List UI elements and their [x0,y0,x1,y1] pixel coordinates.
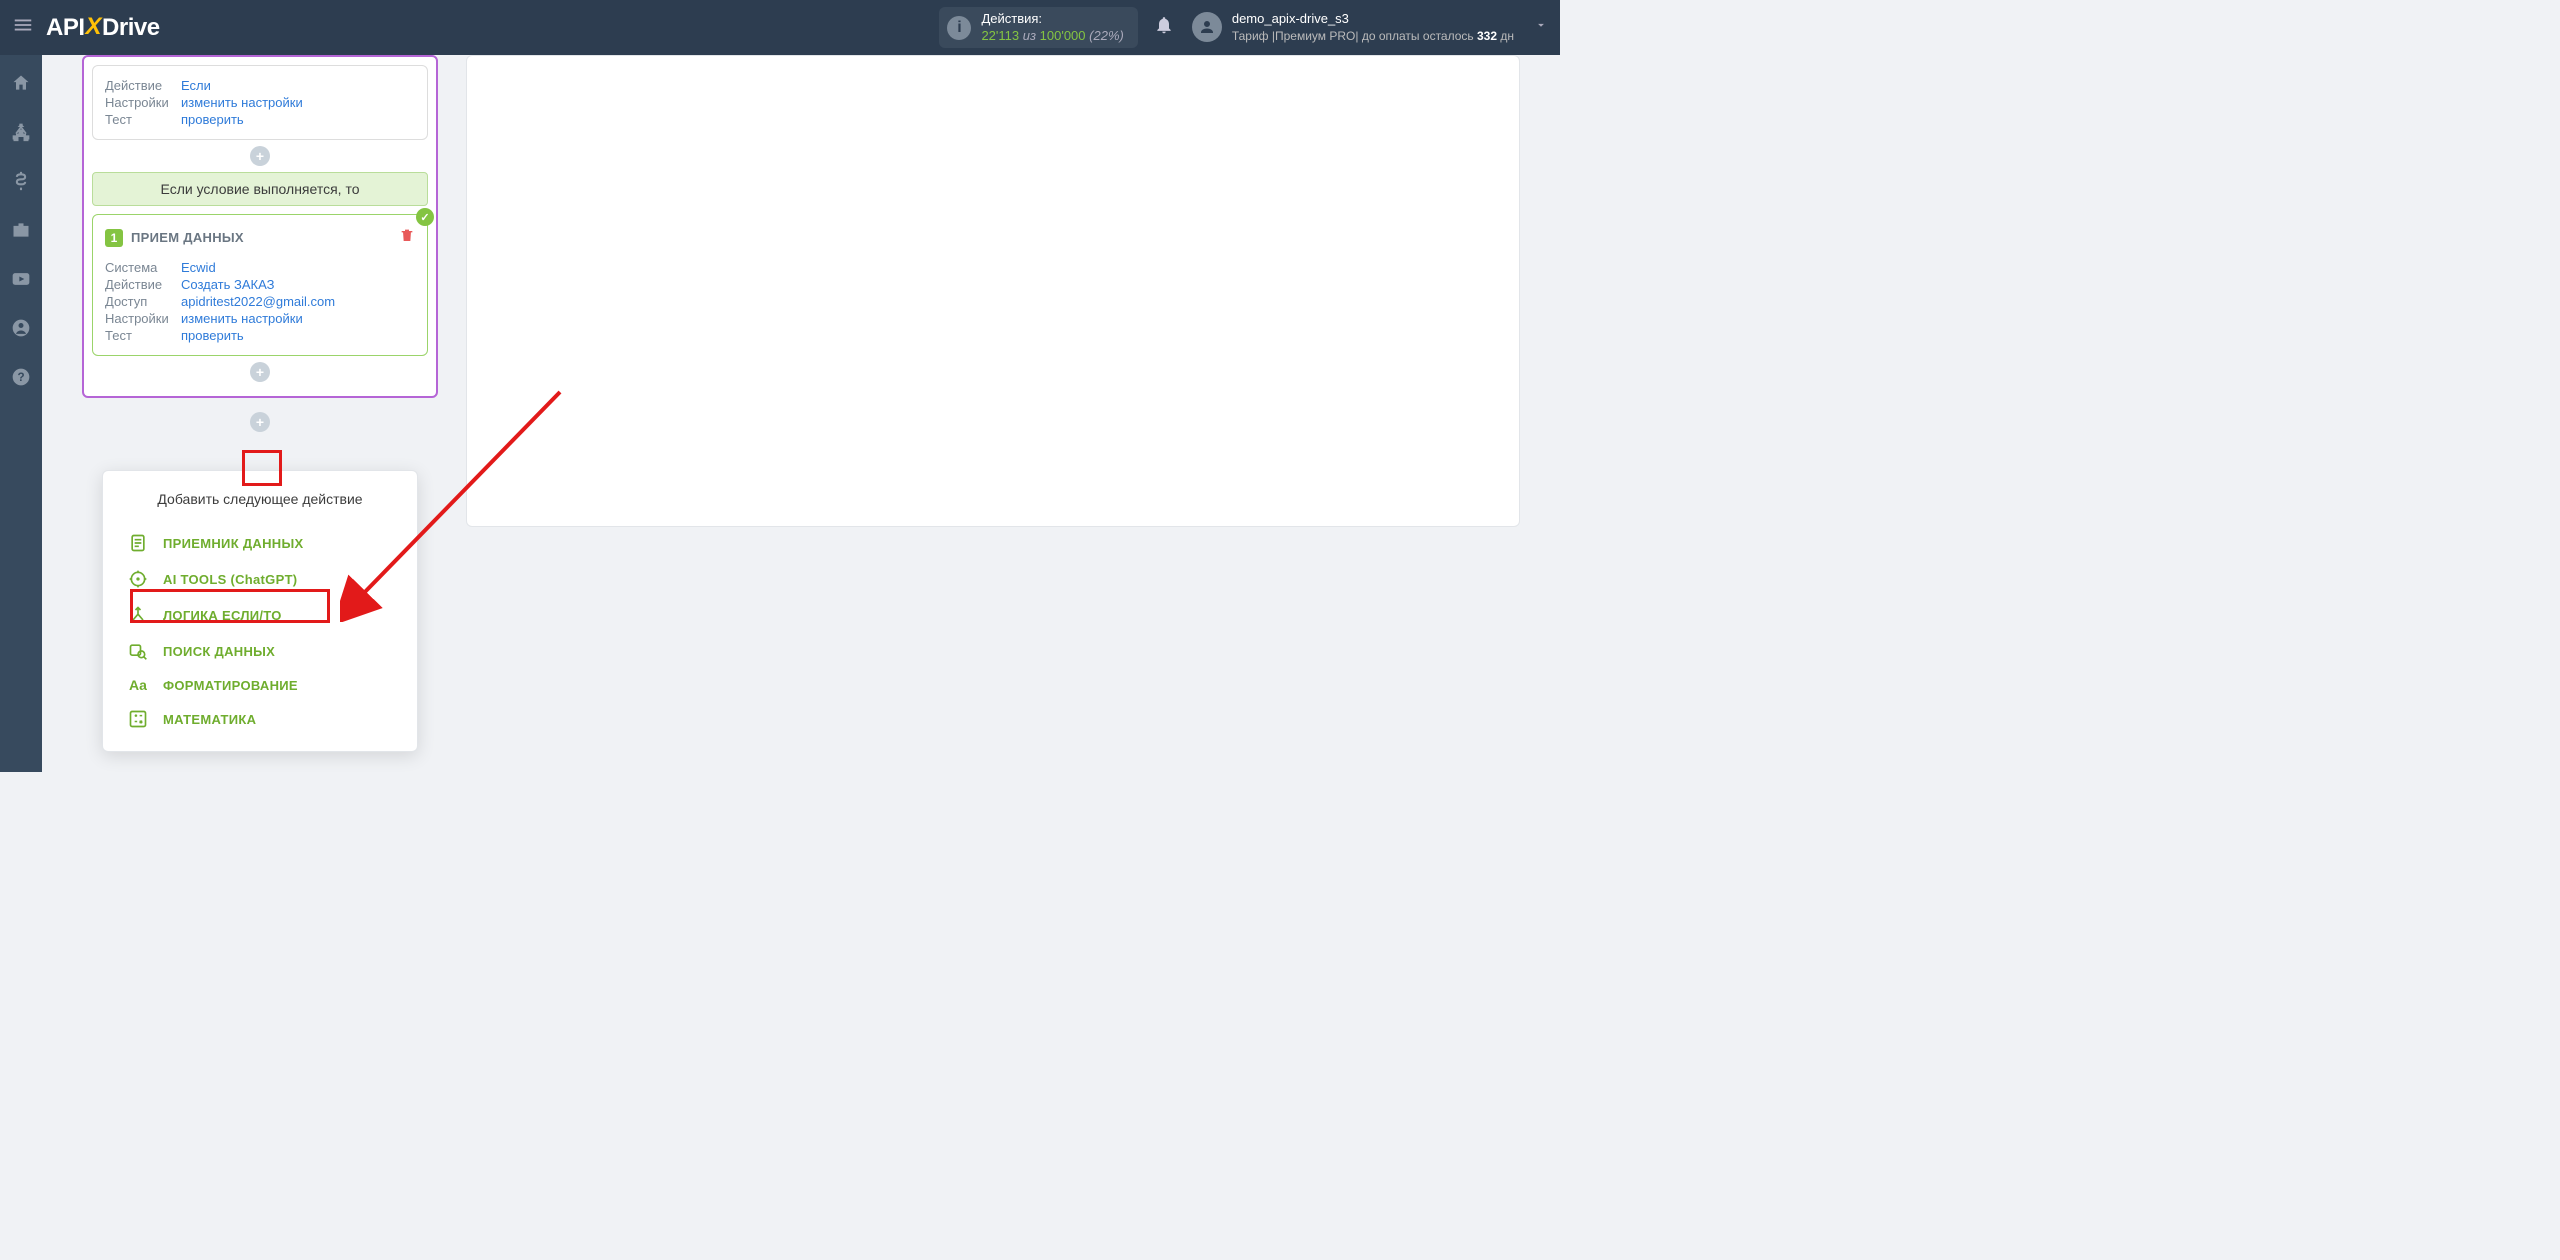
search-data-icon [127,641,149,661]
username: demo_apix-drive_s3 [1232,10,1514,28]
avatar-icon [1192,12,1222,42]
annotation-highlight [130,589,330,623]
row-label: Настройки [105,95,181,110]
row-label: Действие [105,78,181,93]
row-value-link[interactable]: проверить [181,112,244,127]
delete-button[interactable] [399,227,415,248]
annotation-highlight [242,450,282,486]
actions-total: 100'000 [1040,28,1086,43]
row-label: Тест [105,112,181,127]
popup-item-label: МАТЕМАТИКА [163,712,256,727]
youtube-icon[interactable] [11,269,31,294]
flow-container: ДействиеЕсли Настройкиизменить настройки… [82,55,438,398]
add-step-button[interactable]: + [250,146,270,166]
check-badge-icon [416,208,434,226]
math-icon [127,709,149,729]
popup-item-format[interactable]: Aa ФОРМАТИРОВАНИЕ [103,669,417,701]
sidebar: ? [0,55,42,772]
content-panel [466,55,1520,527]
actions-pct: (22%) [1089,28,1124,43]
info-icon: i [947,16,971,40]
popup-title: Добавить следующее действие [103,491,417,507]
svg-text:?: ? [17,371,24,384]
hamburger-menu[interactable] [12,14,34,41]
clipboard-icon [127,533,149,553]
row-label: Доступ [105,294,181,309]
home-icon[interactable] [11,73,31,98]
logo-x: X [86,13,102,41]
tariff-line: Тариф |Премиум PRO| до оплаты осталось 3… [1232,28,1514,45]
logo-text-post: Drive [102,14,160,42]
popup-item-search[interactable]: ПОИСК ДАННЫХ [103,633,417,669]
user-menu[interactable]: demo_apix-drive_s3 Тариф |Премиум PRO| д… [1192,10,1548,45]
main-area: ДействиеЕсли Настройкиизменить настройки… [42,55,1560,772]
receiver-title: ПРИЕМ ДАННЫХ [131,230,244,245]
actions-used: 22'113 [981,28,1019,43]
row-value-link[interactable]: изменить настройки [181,311,303,326]
receiver-card[interactable]: 1 ПРИЕМ ДАННЫХ СистемаEcwid ДействиеСозд… [92,214,428,356]
connections-icon[interactable] [11,122,31,147]
billing-icon[interactable] [11,171,31,196]
popup-item-label: ФОРМАТИРОВАНИЕ [163,678,298,693]
chevron-down-icon [1534,18,1548,37]
actions-label: Действия: [981,11,1123,28]
notifications-bell[interactable] [1154,15,1174,40]
add-step-button[interactable]: + [250,362,270,382]
row-value-link[interactable]: проверить [181,328,244,343]
popup-item-label: ПРИЕМНИК ДАННЫХ [163,536,303,551]
row-label: Действие [105,277,181,292]
app-header: APIXDrive i Действия: 22'113 из 100'000 … [0,0,1560,55]
popup-item-label: AI TOOLS (ChatGPT) [163,572,297,587]
briefcase-icon[interactable] [11,220,31,245]
help-icon[interactable]: ? [11,367,31,392]
row-value-link[interactable]: Ecwid [181,260,216,275]
format-icon: Aa [127,677,149,693]
popup-item-label: ПОИСК ДАННЫХ [163,644,275,659]
account-icon[interactable] [11,318,31,343]
row-value-link[interactable]: изменить настройки [181,95,303,110]
condition-card[interactable]: ДействиеЕсли Настройкиизменить настройки… [92,65,428,140]
flow-column: ДействиеЕсли Настройкиизменить настройки… [82,55,438,438]
logo: APIXDrive [46,14,160,42]
ai-icon [127,569,149,589]
row-value-link[interactable]: apidritest2022@gmail.com [181,294,335,309]
row-label: Настройки [105,311,181,326]
step-number: 1 [105,229,123,247]
add-action-button[interactable]: + [250,412,270,432]
row-label: Тест [105,328,181,343]
popup-item-receiver[interactable]: ПРИЕМНИК ДАННЫХ [103,525,417,561]
actions-counter[interactable]: i Действия: 22'113 из 100'000 (22%) [939,7,1137,49]
popup-item-math[interactable]: МАТЕМАТИКА [103,701,417,737]
actions-iz: из [1023,28,1036,43]
condition-then-bar: Если условие выполняется, то [92,172,428,206]
logo-text-pre: API [46,14,85,42]
row-value-link[interactable]: Если [181,78,211,93]
row-value-link[interactable]: Создать ЗАКАЗ [181,277,275,292]
row-label: Система [105,260,181,275]
